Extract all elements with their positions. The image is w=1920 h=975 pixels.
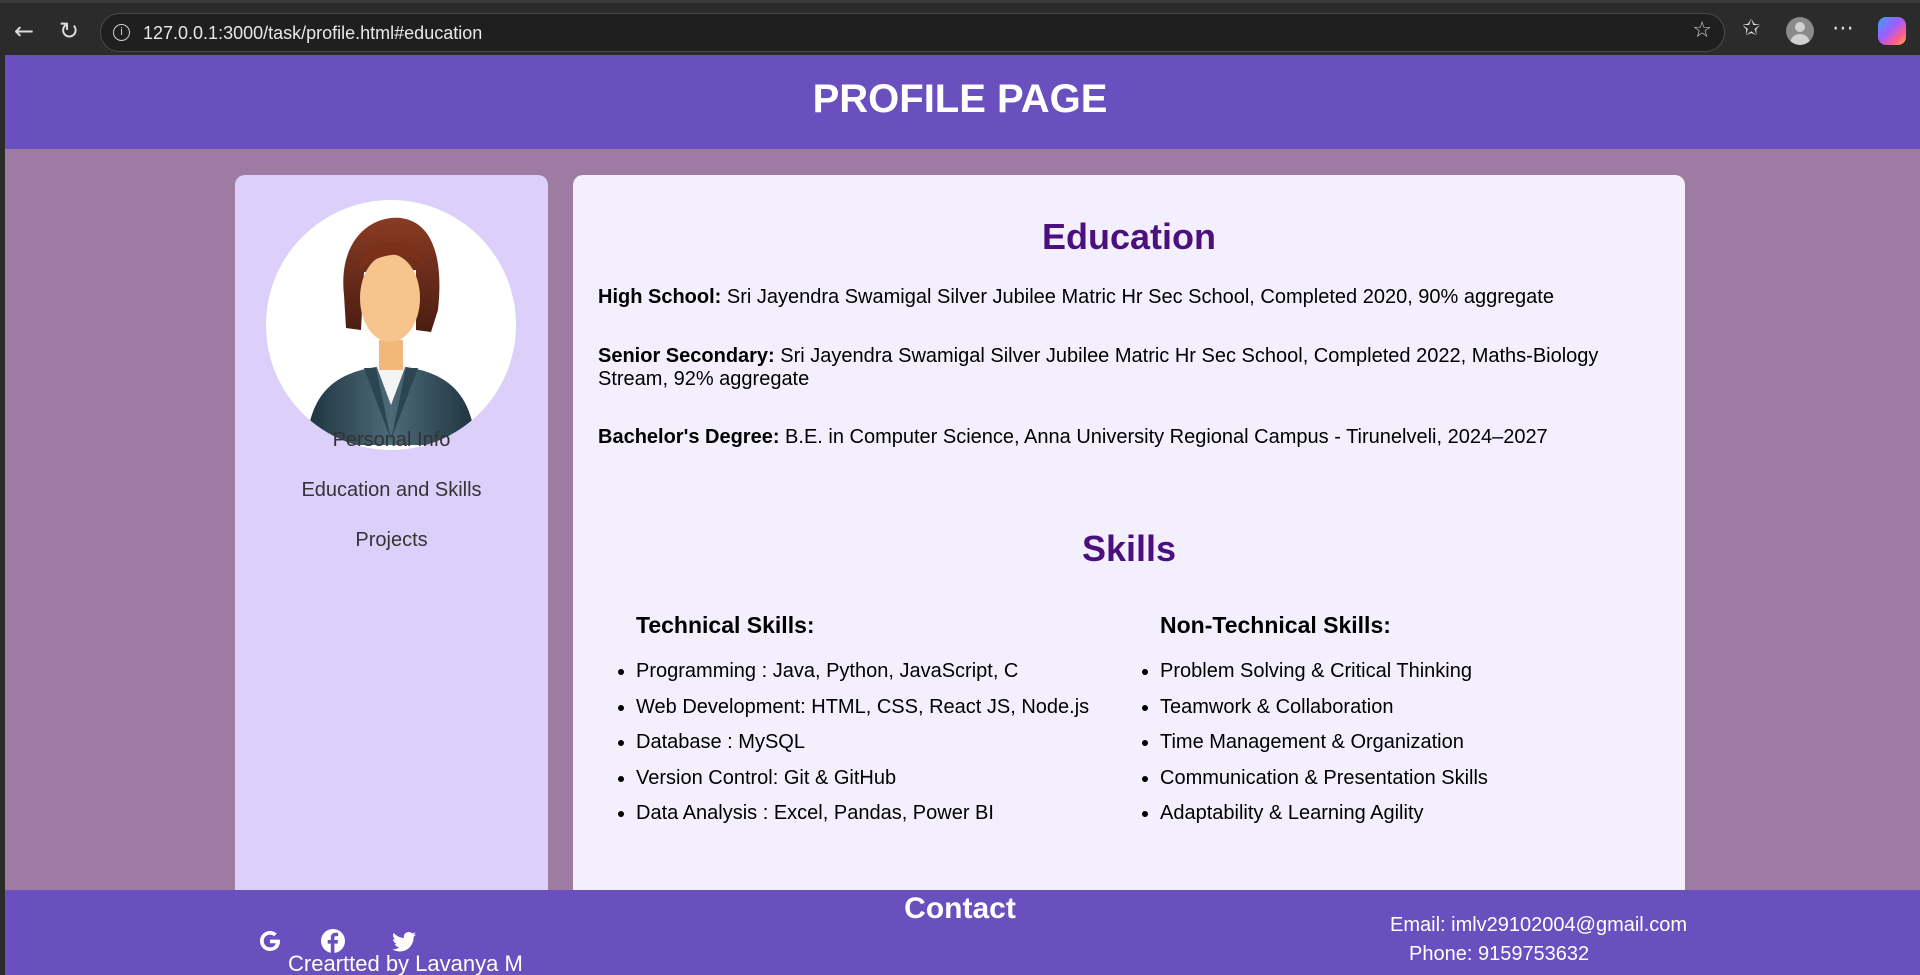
favorite-star-icon[interactable]: ☆ [1692, 18, 1712, 43]
content-card: Education High School: Sri Jayendra Swam… [573, 175, 1685, 955]
list-item: Version Control: Git & GitHub [636, 761, 1089, 797]
address-bar[interactable]: i 127.0.0.1:3000/task/profile.html#educa… [100, 13, 1725, 52]
site-header: PROFILE PAGE [5, 55, 1920, 149]
list-item: Data Analysis : Excel, Pandas, Power BI [636, 796, 1089, 832]
favorites-icon[interactable]: ✩ [1742, 16, 1760, 41]
list-item: Adaptability & Learning Agility [1160, 796, 1488, 832]
site-footer: Contact Creartted by Lavanya M Email: im… [5, 890, 1920, 975]
list-item: Time Management & Organization [1160, 725, 1488, 761]
skills-heading: Skills [1081, 528, 1177, 569]
non-technical-skills-heading: Non-Technical Skills: [1160, 612, 1391, 638]
technical-skills-list: Programming : Java, Python, JavaScript, … [636, 654, 1089, 832]
more-options-icon[interactable]: ⋯ [1832, 16, 1854, 41]
sidebar-item-projects[interactable]: Projects [235, 529, 548, 552]
profile-avatar-image [266, 200, 516, 450]
list-item: Teamwork & Collaboration [1160, 690, 1488, 726]
back-arrow-icon[interactable]: ← [10, 17, 38, 45]
google-icon[interactable] [256, 927, 284, 955]
copilot-icon[interactable] [1878, 17, 1906, 45]
list-item: Programming : Java, Python, JavaScript, … [636, 654, 1089, 690]
non-technical-skills-list: Problem Solving & Critical Thinking Team… [1160, 654, 1488, 832]
list-item: Problem Solving & Critical Thinking [1160, 654, 1488, 690]
education-entry-label: High School: [598, 286, 722, 308]
education-entry: High School: Sri Jayendra Swamigal Silve… [598, 286, 1638, 309]
sidebar-item-education-skills[interactable]: Education and Skills [235, 479, 548, 502]
page-title: PROFILE PAGE [812, 77, 1108, 121]
url-text: 127.0.0.1:3000/task/profile.html#educati… [143, 23, 483, 43]
education-entry-text: Sri Jayendra Swamigal Silver Jubilee Mat… [721, 286, 1554, 308]
profile-avatar-icon[interactable] [1786, 17, 1814, 45]
sidebar: Personal Info Education and Skills Proje… [235, 175, 548, 955]
businesswoman-avatar-icon [306, 217, 476, 445]
education-entry-text: B.E. in Computer Science, Anna Universit… [779, 426, 1548, 448]
technical-skills-heading: Technical Skills: [636, 612, 815, 638]
education-entry-label: Bachelor's Degree: [598, 426, 780, 448]
list-item: Database : MySQL [636, 725, 1089, 761]
education-entry: Bachelor's Degree: B.E. in Computer Scie… [598, 426, 1638, 449]
footer-credit: Creartted by Lavanya M [288, 951, 523, 975]
reload-icon[interactable]: ↻ [55, 17, 83, 45]
education-heading: Education [1041, 216, 1216, 257]
list-item: Web Development: HTML, CSS, React JS, No… [636, 690, 1089, 726]
sidebar-item-personal-info[interactable]: Personal Info [235, 429, 548, 452]
browser-toolbar: ← ↻ i 127.0.0.1:3000/task/profile.html#e… [0, 0, 1920, 55]
site-info-icon[interactable]: i [113, 24, 130, 41]
contact-phone: Phone: 9159753632 [1409, 943, 1590, 965]
education-entry-label: Senior Secondary: [598, 345, 775, 367]
page-viewport: PROFILE PAGE Personal Info Education and… [5, 55, 1920, 975]
list-item: Communication & Presentation Skills [1160, 761, 1488, 797]
education-entry: Senior Secondary: Sri Jayendra Swamigal … [598, 345, 1638, 391]
contact-email: Email: imlv29102004@gmail.com [1390, 914, 1688, 936]
